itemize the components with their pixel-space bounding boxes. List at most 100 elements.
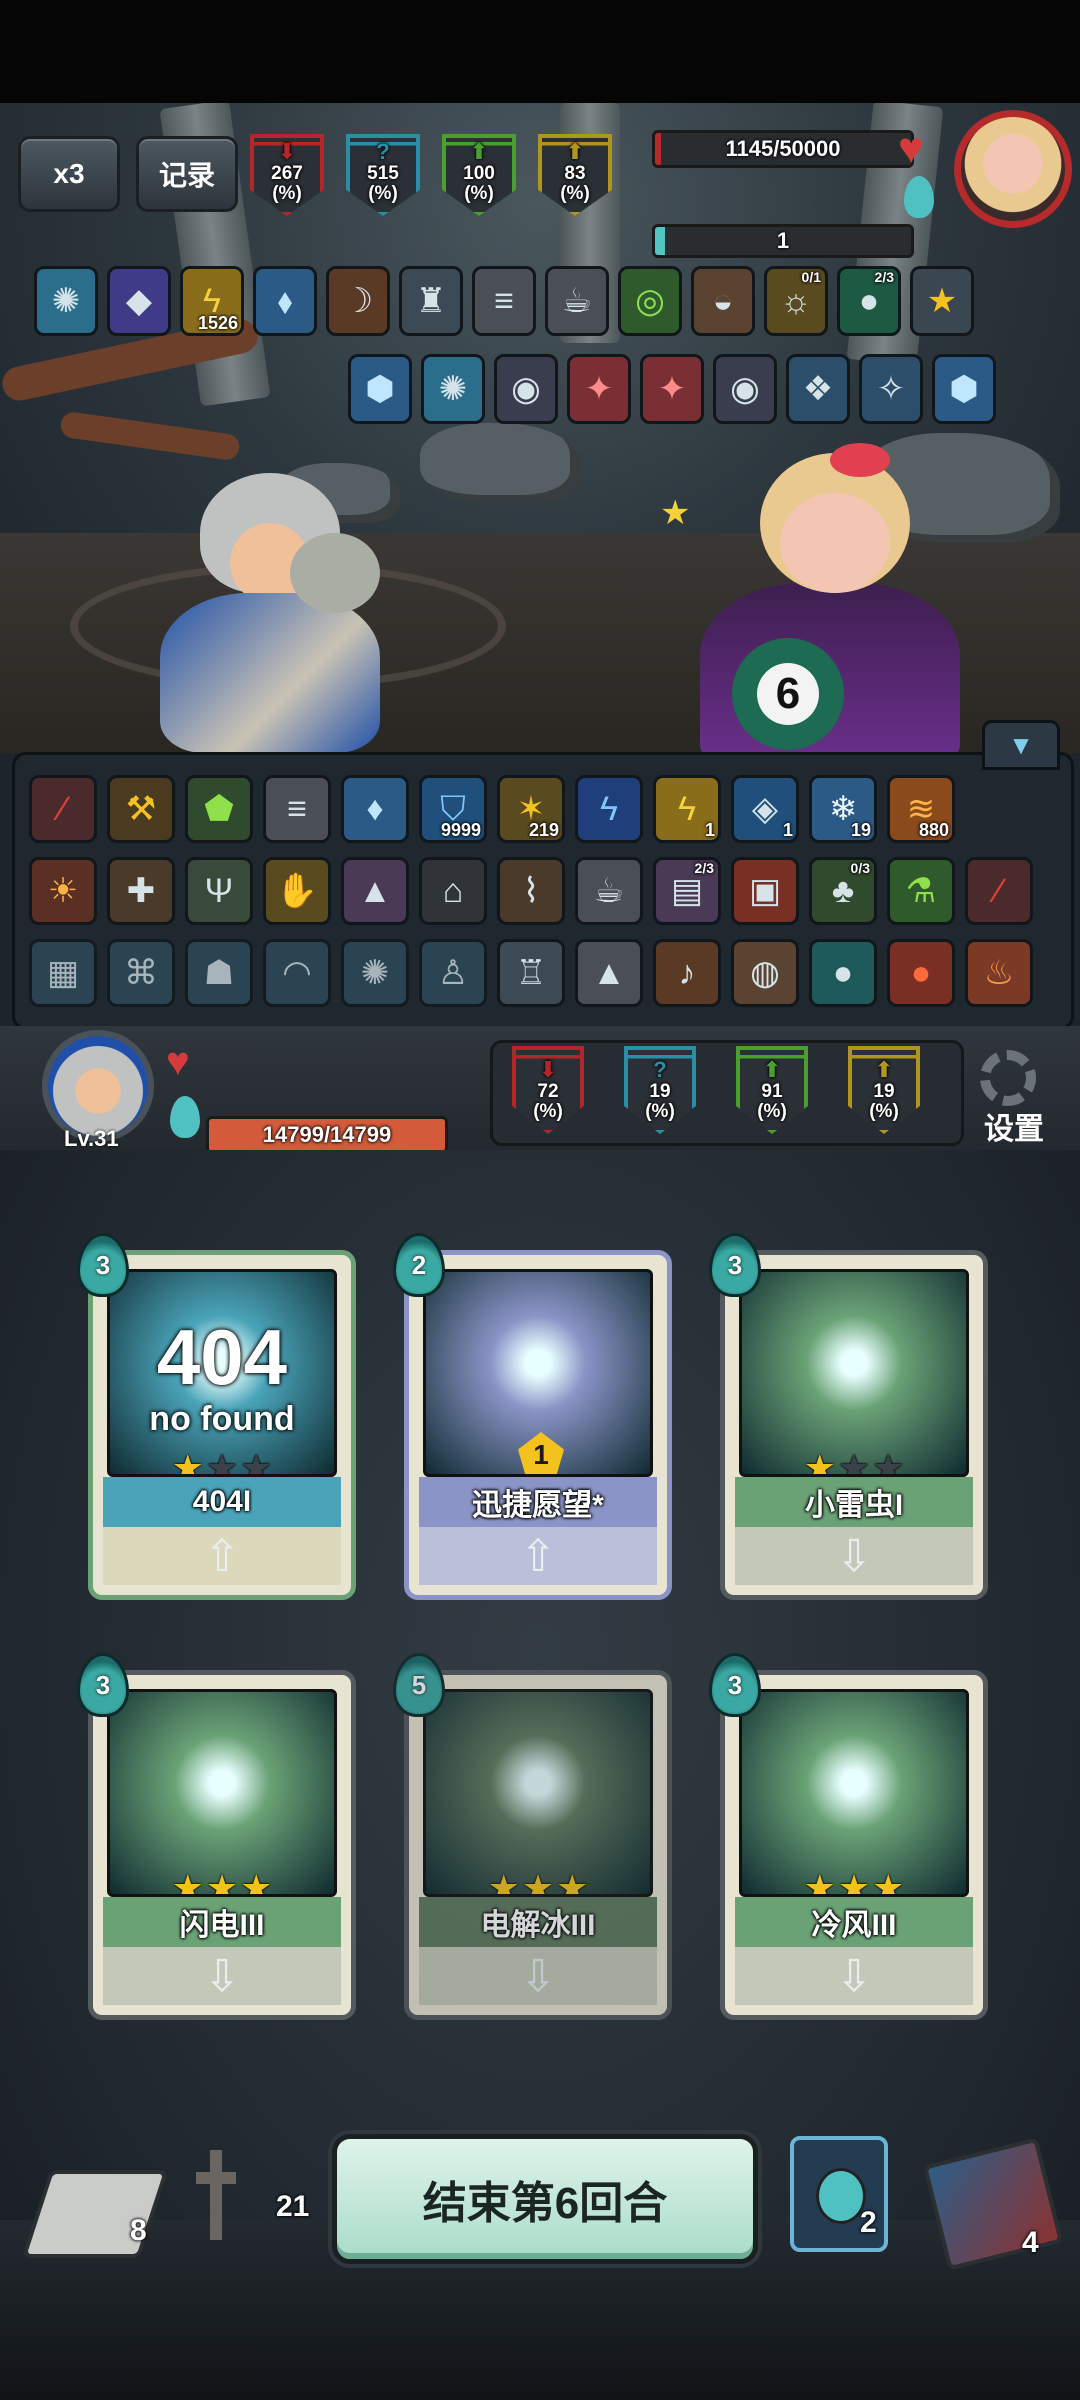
red-stick-icon[interactable]: ∕ [29,775,97,843]
card[interactable]: ★ ★ ★ 冷风III ⇩ 3 [709,1653,988,2020]
card-stars: ★ ★ ★ [110,1447,334,1477]
fire-cup-icon[interactable]: ♨ [965,939,1033,1007]
bell-icon[interactable]: ♪ [653,939,721,1007]
crossbow-icon[interactable]: ✚ [107,857,175,925]
stat-unit: (%) [560,183,590,204]
green-stone-icon[interactable]: ⬟ [185,775,253,843]
claw-icon[interactable]: ☽ [326,266,390,336]
scroll-icon[interactable]: ≡ [263,775,331,843]
nest-icon[interactable]: ◍ [731,939,799,1007]
scroll-icon[interactable]: ≡ [472,266,536,336]
stat-shield[interactable]: ⬆ 100 (%) [442,134,516,216]
green-potion-icon[interactable]: ⚗ [887,857,955,925]
red-card-icon[interactable]: ▣ [731,857,799,925]
gear-icon[interactable] [980,1050,1036,1106]
mushroom-sprite-icon[interactable]: ♣ 0/3 [809,857,877,925]
stat-arrow-icon: ⬇ [277,139,297,164]
enemy-energy-text: 1 [776,228,790,253]
enemy-hp-text: 1145/50000 [725,136,841,161]
billiard-ball-6-icon[interactable]: ● 2/3 [837,266,901,336]
end-turn-button[interactable]: 结束第6回合 [332,2134,758,2264]
lightning-icon[interactable]: ϟ1 [653,775,721,843]
broom-icon[interactable]: ⌇ [497,857,565,925]
faded-chip-icon[interactable]: ▦ [29,939,97,1007]
faded-dome-icon[interactable]: ◠ [263,939,331,1007]
gold-star-icon[interactable]: ★ [910,266,974,336]
stat-shield[interactable]: ? 19 (%) [624,1046,696,1134]
gold-hand-icon[interactable]: ✋ [263,857,331,925]
purple-gem-icon[interactable]: ◆ [107,266,171,336]
chevron-down-icon[interactable]: ▼ [982,720,1060,770]
lightning-icon[interactable]: ϟ 1526 [180,266,244,336]
grave-cross-icon[interactable] [196,2150,236,2250]
trident-icon[interactable]: Ψ [185,857,253,925]
charge-count: 2/3 [874,269,894,285]
stat-shield[interactable]: ⬇ 72 (%) [512,1046,584,1134]
rice-ball-icon[interactable]: ▲ [575,939,643,1007]
frost-gear-icon[interactable]: ✺ [421,354,485,424]
blue-lightning-icon[interactable]: ϟ [575,775,643,843]
card[interactable]: ★ ★ ★ 电解冰III ⇩ 5 [393,1653,672,2020]
stat-shield[interactable]: ⬆ 83 (%) [538,134,612,216]
swirl-icon[interactable]: ✧ [859,354,923,424]
lantern-icon[interactable]: ☼ 0/1 [764,266,828,336]
green-wave-icon[interactable]: ◎ [618,266,682,336]
gold-hammer-icon[interactable]: ⚒ [107,775,175,843]
ice-gem-icon[interactable]: ⬢ [932,354,996,424]
stat-value: 19 [873,1081,895,1102]
relic-panel: ∕ ⚒ ⬟ ≡ ♦ ⛉ 9999 ✶ 219 ϟ ϟ 1 ◈ 1 ❄ 19 ≋ 880 ☀ ✚ Ψ ✋ ▲ ⌂ ⌇ ☕ ▤ 2/3 ▣… [12,752,1074,1030]
fire-wave-icon[interactable]: ≋ 880 [887,775,955,843]
stat-shield[interactable]: ? 515 (%) [346,134,420,216]
star-icon: ★ [240,1447,273,1477]
teal-pot-icon[interactable]: ● [809,939,877,1007]
snowflake-icon[interactable]: ❄ 19 [809,775,877,843]
ice-rune-icon[interactable]: ❖ [786,354,850,424]
draw-pile-count: 8 [130,2214,147,2247]
ice-crystal-icon[interactable]: ⬧ [253,266,317,336]
enemy-portrait[interactable] [954,110,1072,228]
charge-count: 2/3 [694,860,714,876]
upgrade-arrow-icon: ⇧ [103,1527,341,1585]
faded-splash-icon[interactable]: ✺ [341,939,409,1007]
shield-ring-icon[interactable]: ◈ 1 [731,775,799,843]
card[interactable]: ★ ★ ★ 闪电III ⇩ 3 [77,1653,356,2020]
faded-figure-icon[interactable]: ♙ [419,939,487,1007]
red-gem-icon[interactable]: ✦ [640,354,704,424]
stat-shield[interactable]: ⬆ 91 (%) [736,1046,808,1134]
discard-pile-count: 4 [1022,2226,1039,2259]
speed-button[interactable]: x3 [18,136,120,212]
faded-totem-icon[interactable]: ☗ [185,939,253,1007]
red-gem-icon[interactable]: ✦ [567,354,631,424]
settings-label[interactable]: 设置 [984,1104,1044,1148]
red-stick-icon[interactable]: ∕ [965,857,1033,925]
stat-shield[interactable]: ⬆ 19 (%) [848,1046,920,1134]
crystals-icon[interactable]: ▲ [341,857,409,925]
card[interactable]: ★ ★ ★ 小雷虫I ⇩ 3 [709,1233,988,1600]
wire-frame-icon[interactable]: ⌂ [419,857,487,925]
ice-gem-icon[interactable]: ⬢ [348,354,412,424]
stat-shield[interactable]: ⬇ 267 (%) [250,134,324,216]
enemy-character[interactable]: 6 ★ [660,433,980,753]
castle-icon[interactable]: ♖ [497,939,565,1007]
gravy-boat-icon[interactable]: ☕ [575,857,643,925]
star-icon: ★ [205,1447,239,1477]
card[interactable]: 1 迅捷愿望* ⇧ 2 [393,1233,672,1600]
star-icon: ★ [487,1867,520,1897]
blue-shield-icon[interactable]: ⛉ 9999 [419,775,487,843]
card[interactable]: 404 no found ★ ★ ★ 404I ⇧ 3 [77,1233,356,1600]
knight-figure-icon[interactable]: ♜ [399,266,463,336]
gravy-boat-icon[interactable]: ☕ [545,266,609,336]
dark-coin-icon[interactable]: ◉ [494,354,558,424]
gold-shatter-icon[interactable]: ✶ 219 [497,775,565,843]
faded-crack-icon[interactable]: ⌘ [107,939,175,1007]
record-button[interactable]: 记录 [136,136,238,212]
pouch-icon[interactable]: ◒ [691,266,755,336]
card-art: 404 no found ★ ★ ★ [107,1269,337,1477]
dark-coin-icon[interactable]: ◉ [713,354,777,424]
card-name: 冷风III [735,1897,973,1947]
diamond-icon[interactable]: ♦ [341,775,409,843]
bomb-icon[interactable]: ● [887,939,955,1007]
frost-gear-icon[interactable]: ✺ [34,266,98,336]
fire-hero-icon[interactable]: ☀ [29,857,97,925]
spellbook-icon[interactable]: ▤ 2/3 [653,857,721,925]
